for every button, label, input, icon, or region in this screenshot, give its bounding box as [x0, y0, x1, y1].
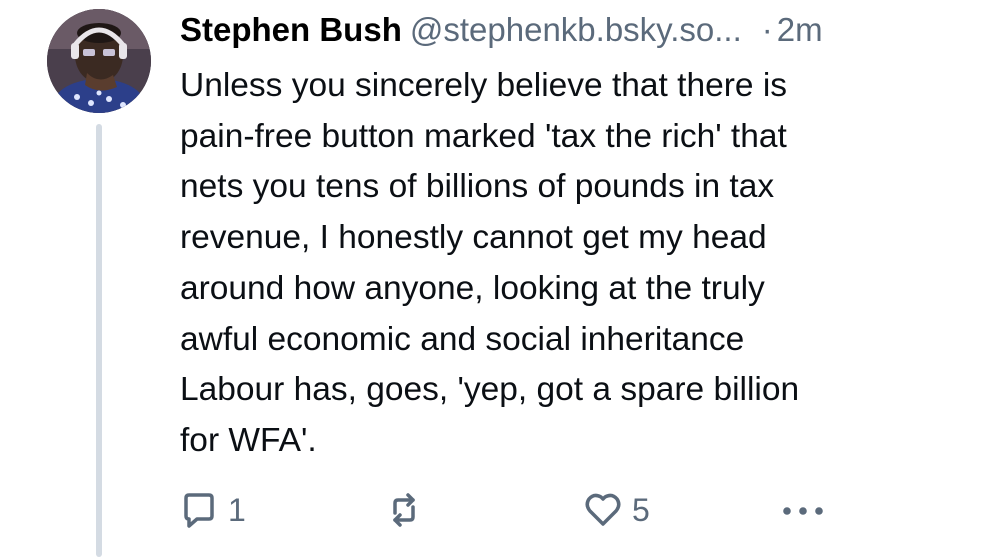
- post-text-line: nets you tens of billions of pounds in t…: [180, 168, 775, 206]
- post-text-line: for WFA'.: [180, 421, 317, 459]
- reply-count: 1: [228, 492, 246, 528]
- reply-icon: [184, 493, 214, 528]
- heart-icon: [585, 493, 621, 526]
- like-button[interactable]: 5: [582, 485, 650, 535]
- header-separator: ·: [761, 11, 773, 48]
- more-icon: [783, 507, 823, 515]
- post-actions: 1 5: [0, 485, 1000, 535]
- post-text-line: awful economic and social inheritance: [180, 320, 745, 358]
- post-text: Unless you sincerely believe that there …: [180, 61, 970, 467]
- like-count: 5: [632, 492, 650, 528]
- post-timestamp[interactable]: 2m: [777, 11, 823, 48]
- post-text-line: Unless you sincerely believe that there …: [180, 67, 788, 104]
- reply-button[interactable]: 1: [178, 485, 246, 535]
- author-name[interactable]: Stephen Bush: [180, 11, 402, 48]
- avatar-image: [47, 9, 151, 113]
- post-header: Stephen Bush @stephenkb.bsky.so... · 2m: [180, 10, 980, 50]
- post-text-line: around how anyone, looking at the truly: [180, 269, 765, 307]
- author-handle[interactable]: @stephenkb.bsky.so...: [410, 11, 742, 48]
- repost-button[interactable]: [383, 485, 425, 535]
- more-options-button[interactable]: [778, 485, 828, 535]
- post-card[interactable]: Stephen Bush @stephenkb.bsky.so... · 2m Unl…: [0, 0, 1000, 557]
- post-text-line: revenue, I honestly cannot get my head: [180, 219, 767, 257]
- post-text-line: pain-free button marked 'tax the rich' t…: [180, 117, 787, 155]
- author-avatar[interactable]: [47, 9, 151, 113]
- post-text-line: Labour has, goes, 'yep, got a spare bill…: [180, 371, 800, 409]
- repost-icon: [393, 493, 415, 527]
